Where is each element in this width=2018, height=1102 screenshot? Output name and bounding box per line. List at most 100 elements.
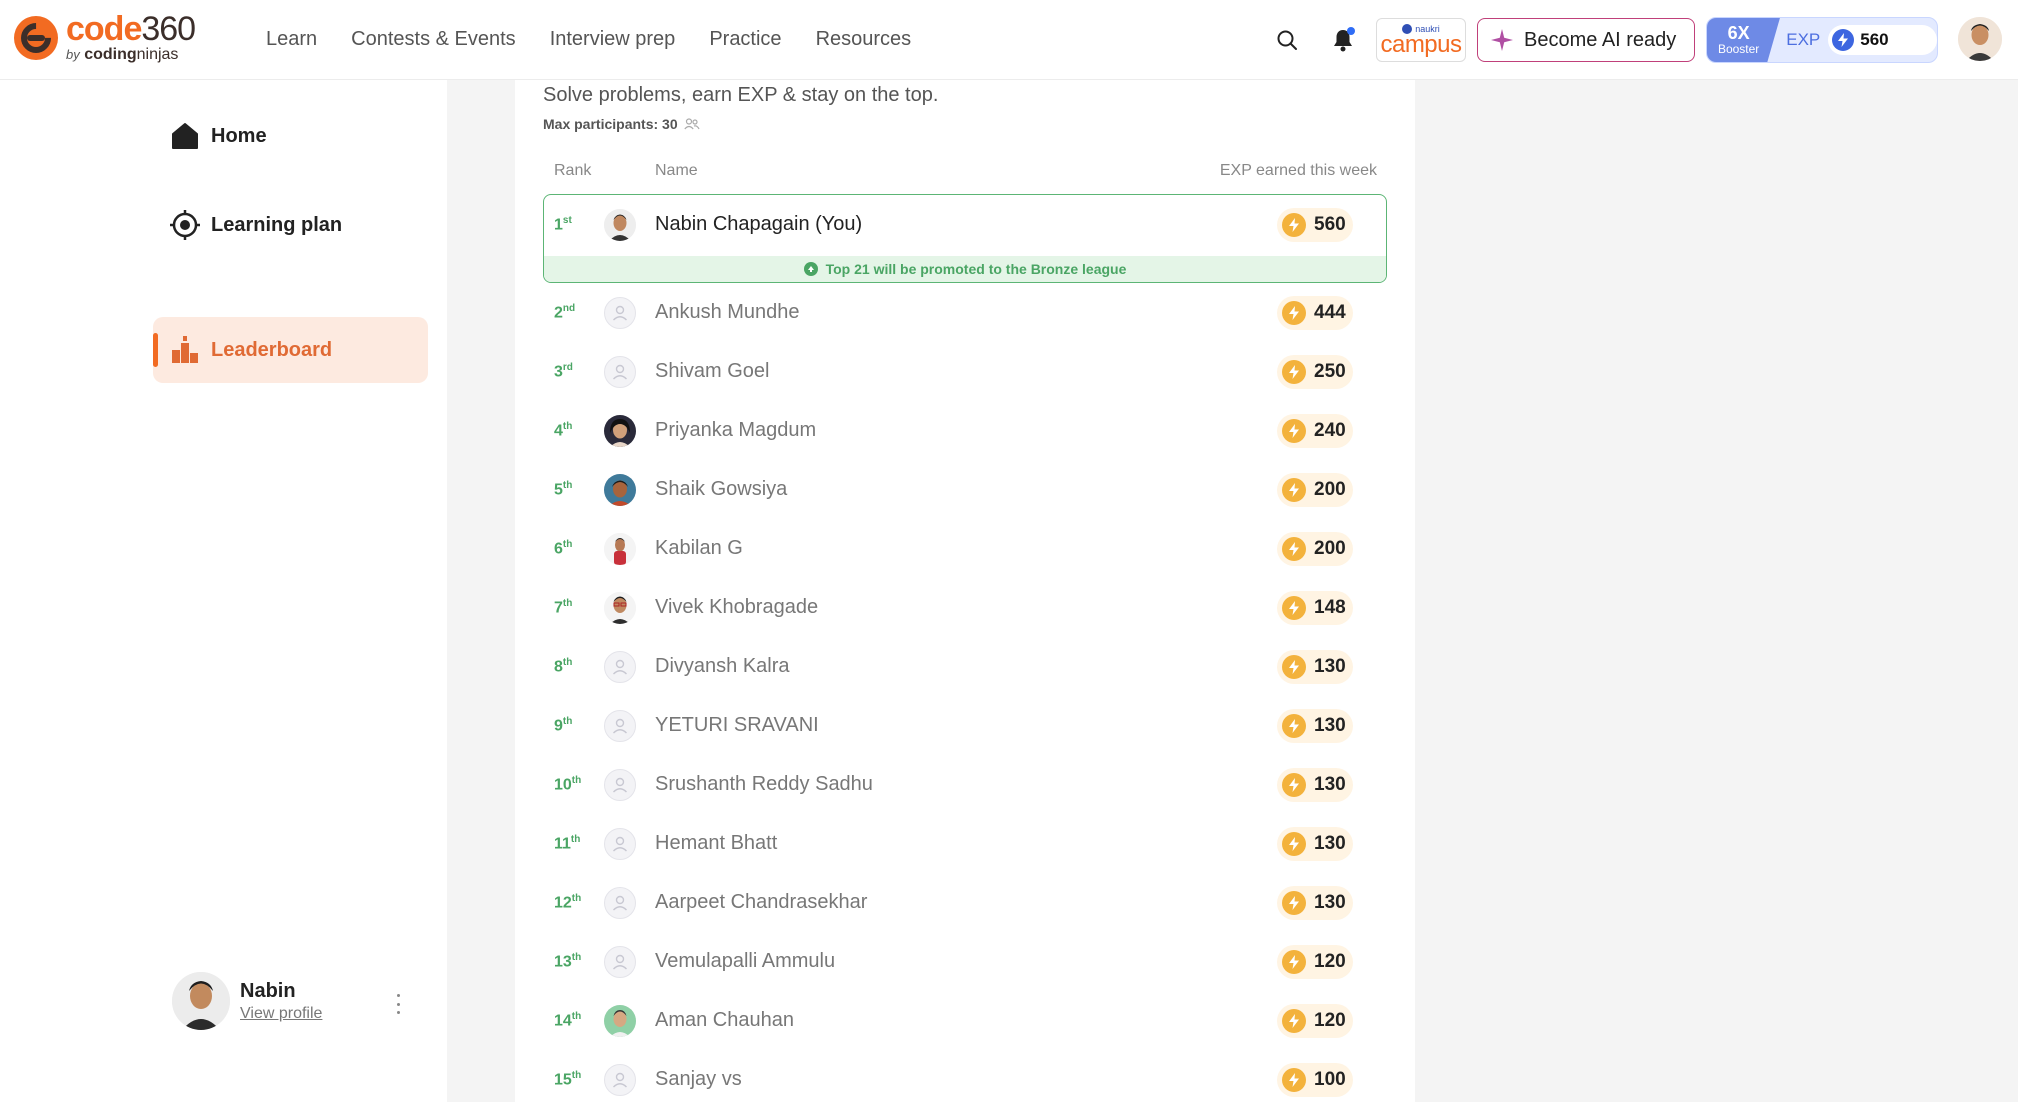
table-row: 1st Nabin Chapagain (You) 560	[544, 195, 1386, 254]
sidebar-item-leaderboard[interactable]: Leaderboard	[153, 317, 428, 383]
nav-interview-prep[interactable]: Interview prep	[550, 28, 676, 51]
player-name: Vivek Khobragade	[655, 596, 819, 618]
table-row[interactable]: 14th Aman Chauhan 120	[543, 991, 1387, 1050]
bolt-icon	[1282, 1067, 1306, 1092]
promotion-text: Top 21 will be promoted to the Bronze le…	[825, 261, 1127, 277]
player-name: Shaik Gowsiya	[655, 478, 788, 500]
user-placeholder-icon	[604, 1063, 636, 1096]
avatar	[604, 208, 636, 241]
table-row[interactable]: 7th Vivek Khobragade 148	[543, 578, 1387, 637]
sidebar-item-learning-plan[interactable]: Learning plan	[153, 192, 428, 258]
player-name: Ankush Mundhe	[655, 301, 800, 323]
rank-cell: 7th	[554, 597, 573, 617]
naukri-campus-button[interactable]: naukri campus	[1376, 18, 1466, 62]
bolt-icon	[1282, 772, 1306, 797]
exp-badge: 560	[1277, 207, 1353, 242]
logo-sub-ninjas: ninjas	[136, 46, 179, 63]
table-row[interactable]: 2nd Ankush Mundhe 444	[543, 283, 1387, 342]
bolt-icon	[1282, 595, 1306, 620]
exp-booster[interactable]: 6X Booster EXP 560	[1706, 17, 1938, 63]
logo-sub-by: by	[66, 47, 80, 62]
users-icon	[683, 118, 700, 130]
user-placeholder-icon	[604, 355, 636, 388]
exp-value: 148	[1314, 596, 1346, 618]
table-row[interactable]: 13th Vemulapalli Ammulu 120	[543, 932, 1387, 991]
table-row[interactable]: 12th Aarpeet Chandrasekhar 130	[543, 873, 1387, 932]
rank-cell: 11th	[554, 833, 581, 853]
sidebar: Home Learning plan Leaderboard Nabin Vie…	[0, 80, 447, 1102]
nav-learn[interactable]: Learn	[266, 28, 317, 51]
max-participants: Max participants: 30	[543, 116, 700, 132]
exp-badge: 120	[1277, 1003, 1353, 1038]
table-row[interactable]: 15th Sanjay vs 100	[543, 1050, 1387, 1102]
sidebar-item-label: Learning plan	[211, 213, 343, 236]
bell-icon[interactable]	[1328, 25, 1358, 55]
logo-sub-coding: coding	[84, 46, 137, 63]
table-row[interactable]: 8th Divyansh Kalra 130	[543, 637, 1387, 696]
exp-badge: 120	[1277, 944, 1353, 979]
bolt-icon	[1282, 477, 1306, 502]
user-placeholder-icon	[604, 296, 636, 329]
current-user-row[interactable]: 1st Nabin Chapagain (You) 560 Top 21 wil…	[543, 194, 1387, 283]
table-row[interactable]: 11th Hemant Bhatt 130	[543, 814, 1387, 873]
ai-button-label: Become AI ready	[1524, 28, 1677, 51]
bolt-icon	[1282, 1008, 1306, 1033]
sidebar-item-home[interactable]: Home	[153, 103, 428, 169]
notification-dot	[1347, 27, 1355, 35]
more-options-icon[interactable]	[394, 994, 402, 1014]
column-header-name: Name	[655, 162, 698, 179]
nav-practice[interactable]: Practice	[709, 28, 781, 51]
rank-cell: 12th	[554, 892, 582, 912]
table-row[interactable]: 9th YETURI SRAVANI 130	[543, 696, 1387, 755]
logo[interactable]: code360 by codingninjas	[14, 12, 196, 63]
player-name: Aman Chauhan	[655, 1009, 794, 1031]
exp-label: EXP	[1786, 30, 1821, 49]
search-icon[interactable]	[1272, 25, 1302, 55]
target-icon	[170, 210, 200, 240]
avatar	[604, 591, 636, 624]
leaderboard-subtitle: Solve problems, earn EXP & stay on the t…	[543, 84, 939, 106]
exp-badge: 130	[1277, 767, 1353, 802]
view-profile-link[interactable]: View profile	[240, 1005, 322, 1023]
nav-contests-events[interactable]: Contests & Events	[351, 28, 516, 51]
exp-badge: 148	[1277, 590, 1353, 625]
profile-card: Nabin View profile	[172, 972, 322, 1030]
player-name: Aarpeet Chandrasekhar	[655, 891, 868, 913]
exp-value: 444	[1314, 301, 1346, 323]
exp-value: 560	[1860, 30, 1889, 49]
rank-cell: 8th	[554, 656, 573, 676]
top-bar: code360 by codingninjas Learn Contests &…	[0, 0, 2018, 80]
player-name: YETURI SRAVANI	[655, 714, 819, 736]
bolt-icon	[1282, 300, 1306, 325]
table-row[interactable]: 6th Kabilan G 200	[543, 519, 1387, 578]
player-name: Kabilan G	[655, 537, 743, 559]
exp-value: 200	[1314, 537, 1346, 559]
column-header-rank: Rank	[554, 162, 592, 179]
player-name: Hemant Bhatt	[655, 832, 778, 854]
podium-icon	[172, 336, 198, 363]
exp-badge: 250	[1277, 354, 1353, 389]
column-header-exp: EXP earned this week	[1219, 162, 1377, 179]
home-icon	[172, 123, 198, 149]
exp-value: 130	[1314, 714, 1346, 736]
table-row[interactable]: 5th Shaik Gowsiya 200	[543, 460, 1387, 519]
exp-badge: 130	[1277, 826, 1353, 861]
nav-resources[interactable]: Resources	[816, 28, 912, 51]
user-avatar[interactable]	[1958, 17, 2002, 61]
user-placeholder-icon	[604, 827, 636, 860]
table-row[interactable]: 10th Srushanth Reddy Sadhu 130	[543, 755, 1387, 814]
avatar[interactable]	[172, 972, 230, 1030]
exp-badge: 130	[1277, 649, 1353, 684]
player-name: Srushanth Reddy Sadhu	[655, 773, 873, 795]
user-placeholder-icon	[604, 886, 636, 919]
exp-badge: 130	[1277, 708, 1353, 743]
bolt-icon	[1282, 654, 1306, 679]
exp-value: 100	[1314, 1068, 1346, 1090]
sparkle-icon	[1491, 29, 1513, 51]
table-row[interactable]: 4th Priyanka Magdum 240	[543, 401, 1387, 460]
player-name: Divyansh Kalra	[655, 655, 790, 677]
become-ai-ready-button[interactable]: Become AI ready	[1477, 18, 1695, 62]
table-row[interactable]: 3rd Shivam Goel 250	[543, 342, 1387, 401]
avatar	[604, 532, 636, 565]
campus-text: campus	[1380, 31, 1462, 58]
